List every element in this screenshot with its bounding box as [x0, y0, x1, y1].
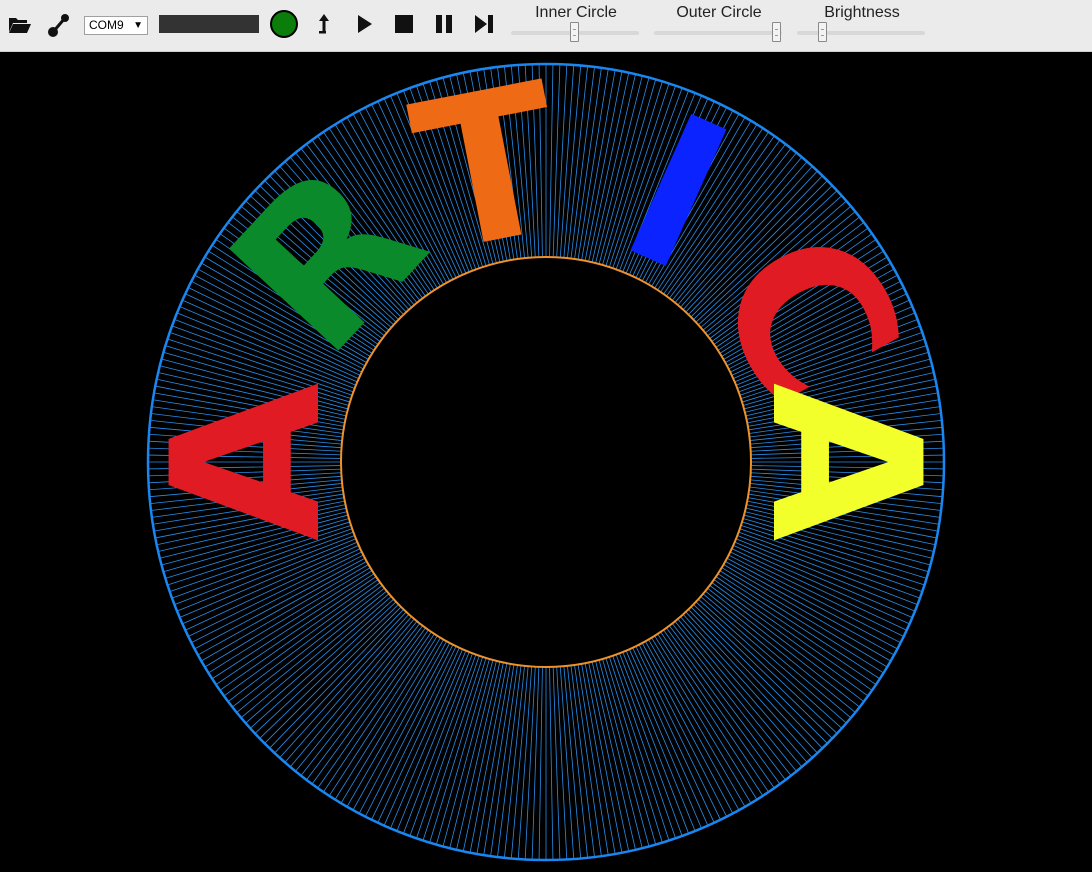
inner-circle-slider: Inner Circle	[511, 0, 641, 52]
play-button[interactable]	[350, 8, 378, 40]
step-forward-icon	[475, 15, 493, 33]
folder-open-icon[interactable]	[6, 8, 34, 40]
port-select-value: COM9	[89, 18, 124, 32]
step-forward-button[interactable]	[470, 8, 498, 40]
ring-letter: A	[129, 383, 367, 542]
chevron-down-icon: ▼	[133, 20, 143, 31]
connection-status-indicator	[270, 10, 298, 38]
upload-button[interactable]	[310, 8, 338, 40]
pause-button[interactable]	[430, 8, 458, 40]
progress-bar	[159, 15, 259, 33]
pattern-canvas[interactable]: ART ICA	[0, 52, 1092, 872]
upload-arrow-icon	[319, 14, 329, 34]
outer-circle-slider: Outer Circle	[654, 0, 784, 52]
toolbar: COM9 ▼ Inner Circle Outer Circle Brightn…	[0, 0, 1092, 52]
connect-link-icon[interactable]	[45, 8, 73, 40]
port-select[interactable]: COM9 ▼	[84, 16, 148, 35]
brightness-track[interactable]	[797, 31, 925, 35]
inner-circle-thumb[interactable]	[570, 22, 579, 42]
pause-icon	[436, 15, 452, 33]
outer-circle-track[interactable]	[654, 31, 782, 35]
inner-circle-label: Inner Circle	[535, 4, 617, 21]
brightness-thumb[interactable]	[817, 22, 827, 42]
ring-letter: A	[725, 383, 963, 542]
brightness-slider: Brightness	[797, 0, 927, 52]
play-icon	[358, 15, 372, 33]
stop-icon	[395, 15, 413, 33]
brightness-label: Brightness	[824, 4, 900, 21]
outer-circle-thumb[interactable]	[771, 22, 781, 42]
outer-circle-label: Outer Circle	[676, 4, 762, 21]
stop-button[interactable]	[390, 8, 418, 40]
